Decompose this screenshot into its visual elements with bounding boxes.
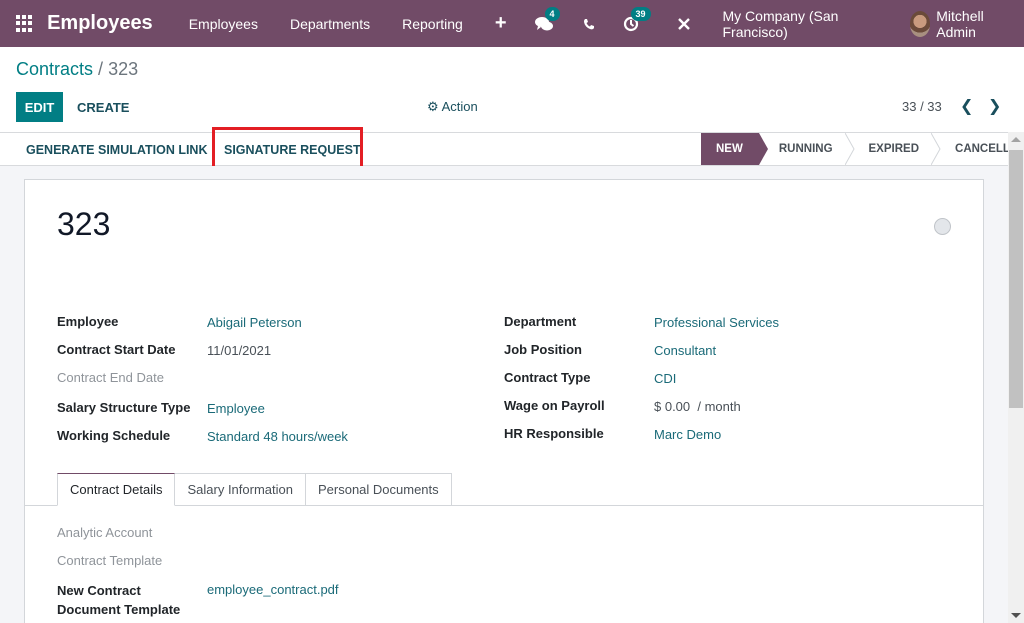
gear-icon: ⚙ — [427, 99, 439, 114]
tools-icon — [677, 17, 690, 30]
user-menu[interactable]: Mitchell Admin — [884, 8, 1024, 40]
working-schedule-label: Working Schedule — [57, 428, 171, 443]
apps-menu-icon[interactable] — [16, 14, 32, 33]
notebook-tabs: Contract Details Salary Information Pers… — [57, 473, 452, 506]
form-sheet: 323 Employee Abigail Peterson Contract S… — [24, 179, 984, 623]
contract-start-date-label: Contract Start Date — [57, 342, 176, 357]
highlight-annotation — [212, 127, 363, 169]
avatar — [909, 10, 931, 37]
create-button[interactable]: CREATE — [77, 92, 129, 122]
pager-previous-icon[interactable]: ❮ — [960, 96, 973, 116]
tab-salary-information[interactable]: Salary Information — [175, 473, 306, 506]
new-contract-document-template-label: New Contract Document Template — [57, 583, 181, 617]
stage-label: NEW — [716, 143, 743, 155]
app-title[interactable]: Employees — [47, 12, 153, 35]
menu-departments[interactable]: Departments — [274, 16, 386, 32]
stage-running[interactable]: RUNNING — [759, 133, 855, 165]
edit-button[interactable]: EDIT — [16, 92, 63, 122]
salary-structure-type-value[interactable]: Employee — [207, 401, 265, 416]
tab-personal-documents[interactable]: Personal Documents — [305, 473, 452, 506]
menu-employees[interactable]: Employees — [173, 16, 274, 32]
department-value[interactable]: Professional Services — [654, 315, 779, 330]
company-switcher[interactable]: My Company (San Francisco) — [703, 8, 884, 40]
phone-icon — [583, 18, 594, 29]
stage-label: EXPIRED — [868, 143, 920, 155]
contract-start-date-value: 11/01/2021 — [207, 343, 272, 358]
plus-icon[interactable]: + — [479, 12, 523, 35]
stage-expired[interactable]: EXPIRED — [849, 133, 941, 165]
phone-button[interactable] — [571, 18, 607, 30]
user-name: Mitchell Admin — [936, 7, 984, 40]
breadcrumb-contracts[interactable]: Contracts — [16, 59, 93, 79]
breadcrumb: Contracts / 323 — [16, 59, 138, 80]
job-position-value[interactable]: Consultant — [654, 343, 716, 358]
tab-contract-details[interactable]: Contract Details — [57, 473, 176, 506]
working-schedule-value[interactable]: Standard 48 hours/week — [207, 429, 348, 444]
scroll-down-arrow-icon[interactable] — [1011, 613, 1021, 618]
activities-button[interactable]: 39 — [611, 6, 651, 32]
debug-tools-button[interactable] — [665, 17, 703, 31]
analytic-account-label: Analytic Account — [57, 525, 153, 540]
menu-reporting[interactable]: Reporting — [386, 16, 479, 32]
activities-badge: 39 — [630, 6, 651, 21]
scroll-up-arrow-icon[interactable] — [1011, 137, 1021, 142]
contract-template-label: Contract Template — [57, 553, 163, 568]
stage-label: RUNNING — [778, 143, 833, 155]
contract-end-date-label: Contract End Date — [57, 370, 164, 385]
action-label: Action — [441, 99, 478, 114]
salary-structure-type-label: Salary Structure Type — [57, 400, 191, 415]
stage-new[interactable]: NEW — [701, 133, 768, 165]
employee-value[interactable]: Abigail Peterson — [207, 315, 302, 330]
systray: 4 39 My Company (San Francisco) Mitchell… — [523, 0, 1024, 47]
pager-value[interactable]: 33 / 33 — [902, 99, 942, 114]
contract-type-value[interactable]: CDI — [654, 371, 676, 386]
messages-button[interactable]: 4 — [523, 6, 565, 32]
breadcrumb-separator: / — [98, 59, 104, 79]
stage-pipeline: NEW RUNNING EXPIRED CANCELLED — [701, 133, 1024, 165]
kanban-state-icon[interactable] — [934, 218, 951, 235]
contract-reference: 323 — [57, 206, 111, 242]
action-dropdown[interactable]: ⚙ Action — [427, 99, 478, 115]
job-position-label: Job Position — [504, 342, 582, 357]
scrollbar-thumb[interactable] — [1009, 150, 1023, 408]
hr-responsible-value[interactable]: Marc Demo — [654, 427, 721, 442]
department-label: Department — [504, 314, 577, 329]
breadcrumb-current: 323 — [108, 59, 139, 79]
top-navbar: Employees Employees Departments Reportin… — [0, 0, 1024, 47]
hr-responsible-label: HR Responsible — [504, 426, 604, 441]
messages-badge: 4 — [544, 6, 560, 21]
new-contract-document-template-value[interactable]: employee_contract.pdf — [207, 582, 339, 597]
contract-type-label: Contract Type — [504, 370, 591, 385]
employee-label: Employee — [57, 314, 119, 329]
pager-next-icon[interactable]: ❯ — [988, 96, 1001, 116]
wage-on-payroll-label: Wage on Payroll — [504, 398, 605, 413]
wage-on-payroll-value: $ 0.00 / month — [654, 399, 741, 414]
generate-simulation-link-button[interactable]: GENERATE SIMULATION LINK — [26, 133, 207, 166]
